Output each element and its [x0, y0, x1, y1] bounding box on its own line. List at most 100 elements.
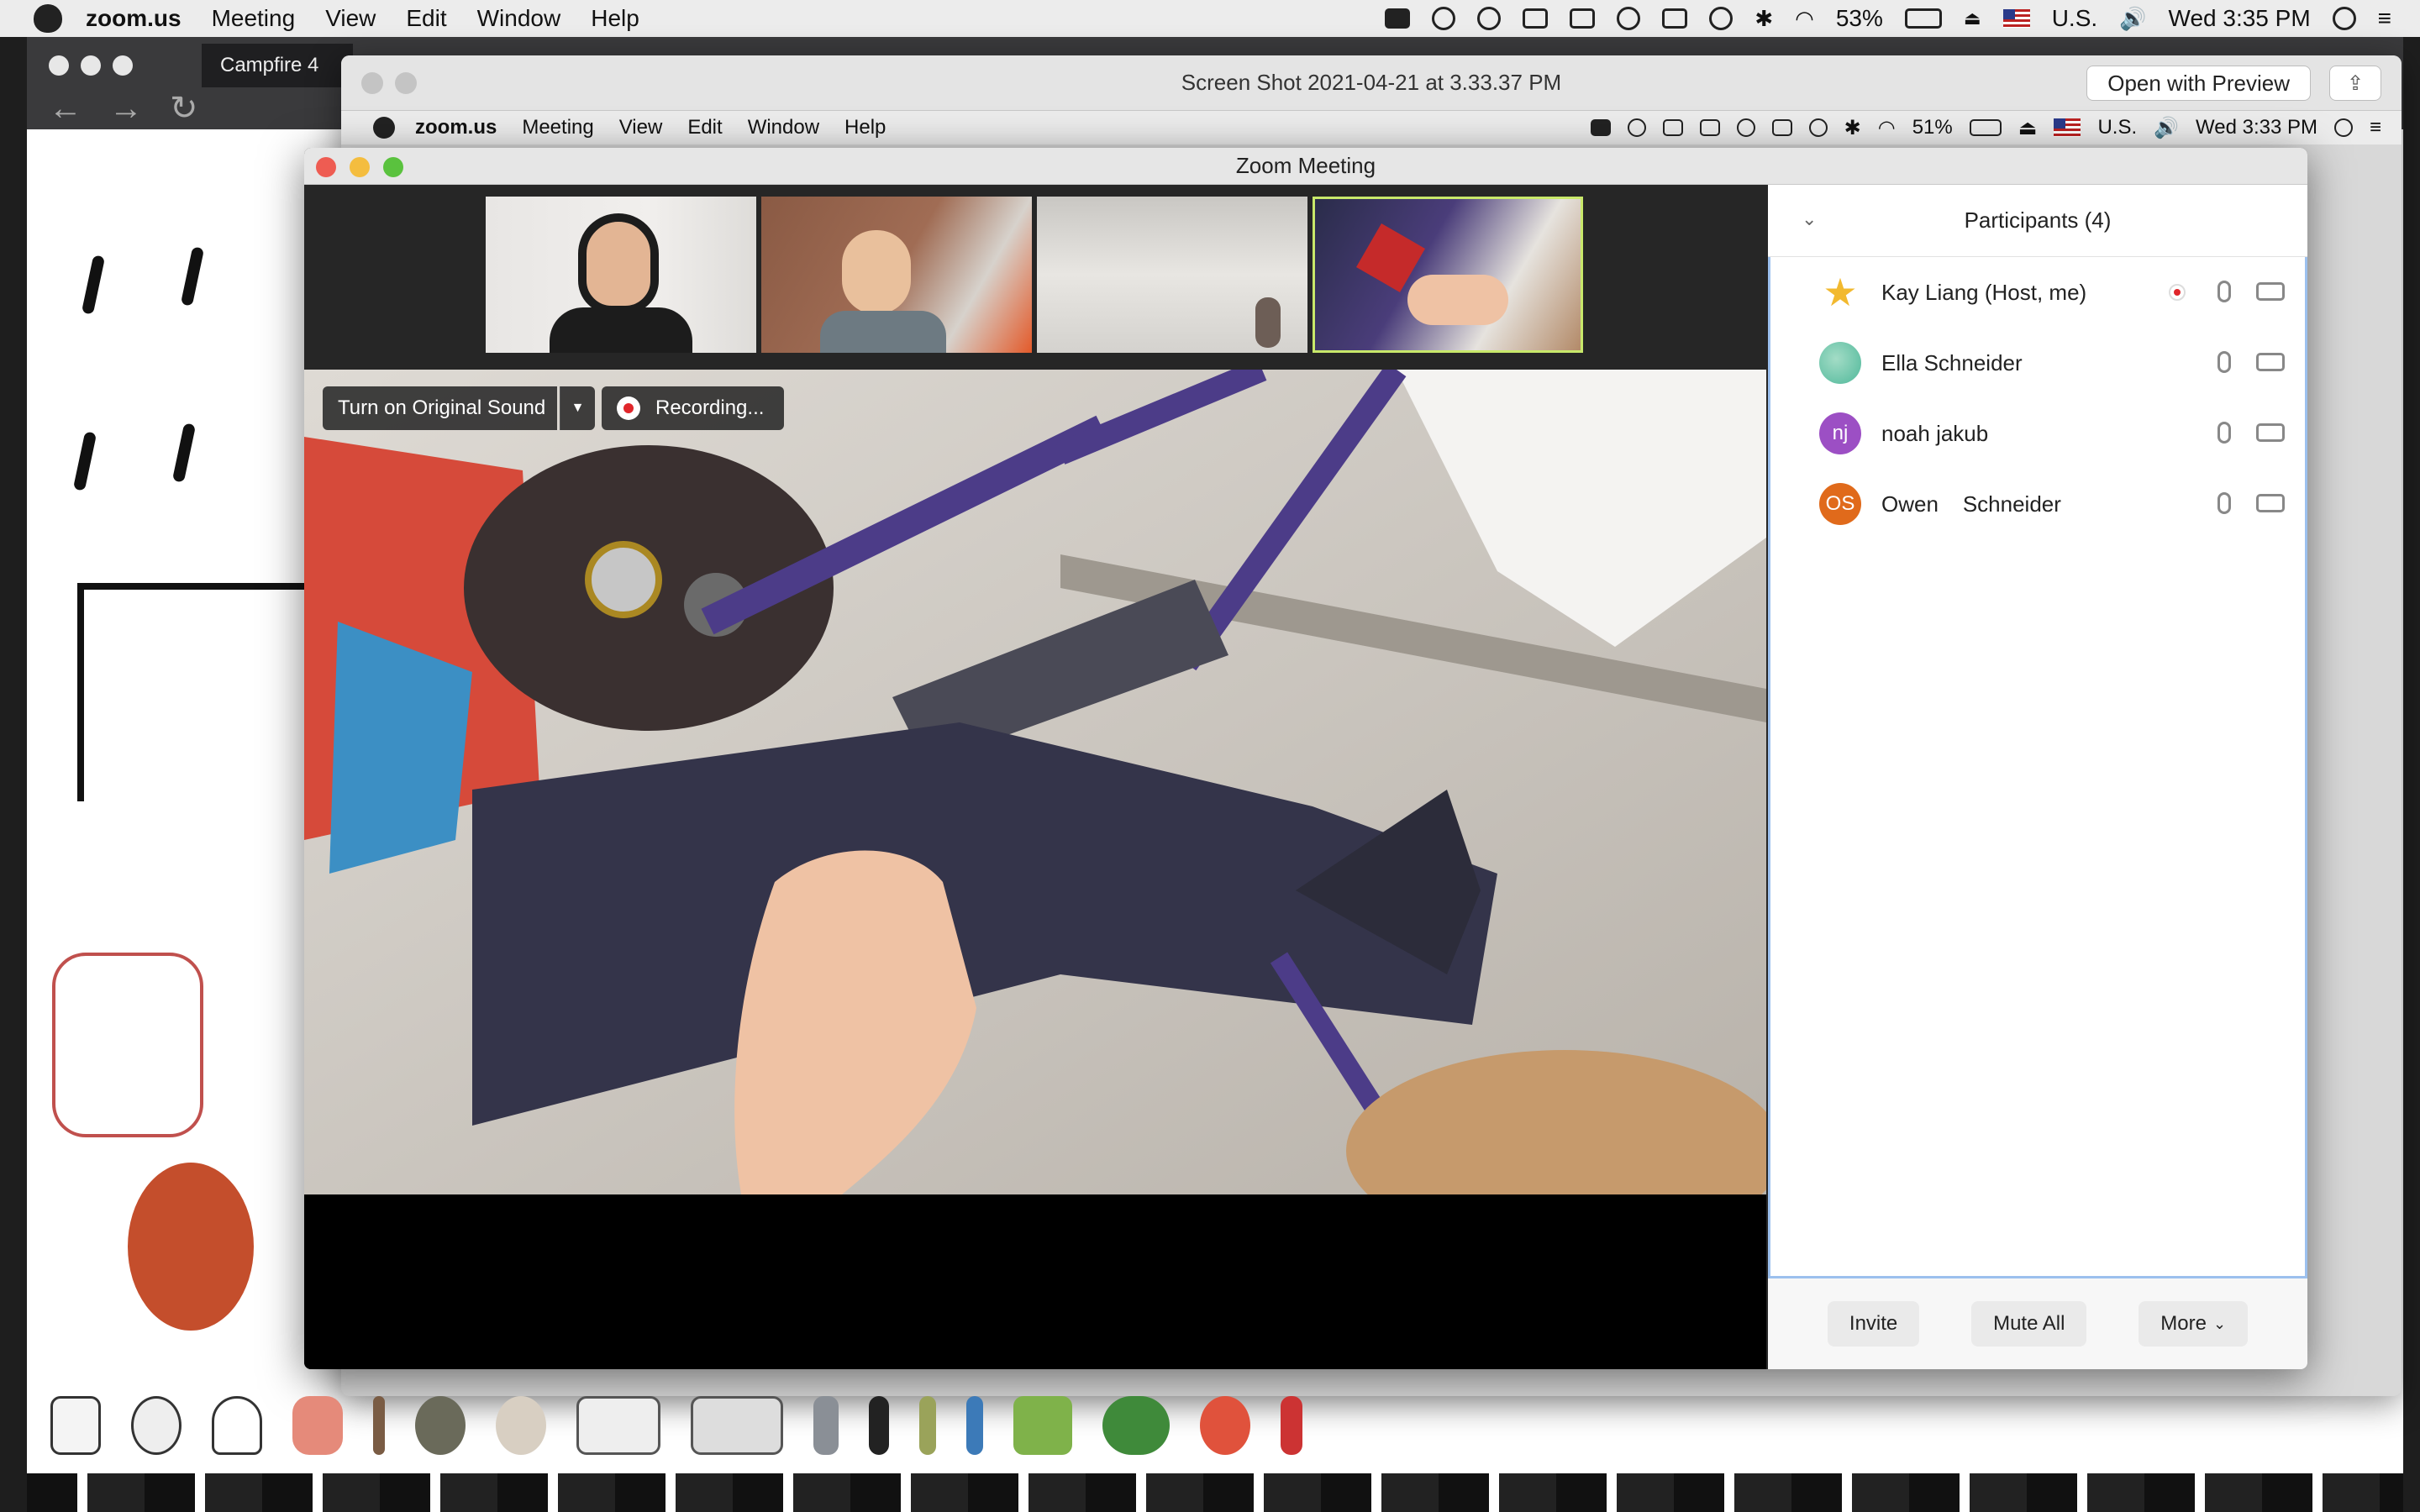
menu-meeting: Meeting [522, 116, 594, 139]
menu-edit[interactable]: Edit [406, 5, 446, 32]
card-sticker[interactable] [691, 1396, 783, 1455]
browser-nav: ← → ↻ [27, 87, 329, 129]
screenshot-menu-bar: zoom.us Meeting View Edit Window Help ✱ … [341, 111, 2402, 144]
active-speaker-video[interactable] [304, 370, 1766, 1194]
zoom-status-icon[interactable] [1385, 8, 1411, 29]
stick-sticker[interactable] [373, 1396, 385, 1455]
display-icon[interactable] [1662, 8, 1688, 29]
participants-panel: ⌄ Participants (4) ★ Kay Liang (Host, me… [1768, 185, 2307, 1369]
video-frame-illustration [304, 370, 1766, 1194]
sticker-tray [34, 1388, 1496, 1463]
chevron-down-icon[interactable]: ⌄ [1802, 208, 1817, 230]
browser-maximize-icon[interactable] [113, 55, 133, 76]
input-source: U.S. [2097, 116, 2138, 139]
plate-sticker[interactable] [496, 1396, 546, 1455]
raccoon-sticker[interactable] [128, 1163, 254, 1331]
video-thumbnail-active[interactable] [1313, 197, 1583, 353]
dice-sticker[interactable] [50, 1396, 101, 1455]
faces-sticker[interactable] [131, 1396, 182, 1455]
zoom-meeting-window: Zoom Meeting Turn on Original Sound ▼ Re… [304, 148, 2307, 1369]
video-thumbnail[interactable] [761, 197, 1032, 353]
menu-meeting[interactable]: Meeting [212, 5, 296, 32]
app-status-icon[interactable] [1477, 7, 1502, 30]
menu-window[interactable]: Window [477, 5, 561, 32]
zoom-maximize-icon[interactable] [383, 157, 403, 177]
avatar [1819, 342, 1861, 384]
wifi-icon[interactable]: ◠ [1795, 6, 1814, 32]
more-button[interactable]: More ⌄ [2139, 1301, 2249, 1347]
menu-view[interactable]: View [325, 5, 376, 32]
drawing-mark [81, 255, 106, 315]
original-sound-button[interactable]: Turn on Original Sound [323, 386, 558, 430]
camera-icon[interactable] [2256, 353, 2285, 371]
participant-row[interactable]: OS Owen Schneider [1770, 469, 2305, 539]
control-center-icon[interactable]: ≡ [2378, 5, 2391, 32]
microphone-icon[interactable] [2217, 422, 2231, 444]
back-icon[interactable]: ← [49, 90, 82, 128]
drawing-mark [171, 423, 197, 483]
focus-icon[interactable] [1617, 7, 1641, 30]
zoom-minimize-icon[interactable] [350, 157, 370, 177]
box-sticker[interactable] [1013, 1396, 1072, 1455]
open-with-preview-button[interactable]: Open with Preview [2086, 66, 2311, 101]
input-source[interactable]: U.S. [2052, 5, 2097, 32]
display-icon [1771, 119, 1792, 136]
creative-cloud-icon[interactable] [1432, 7, 1456, 30]
microphone-icon[interactable] [2217, 492, 2231, 514]
video-thumbnail[interactable] [1037, 197, 1307, 353]
camera-icon[interactable] [2256, 494, 2285, 512]
pencil-sticker[interactable] [919, 1396, 936, 1455]
participant-row[interactable]: ★ Kay Liang (Host, me) [1770, 257, 2305, 328]
clock[interactable]: Wed 3:35 PM [2169, 5, 2311, 32]
invite-button[interactable]: Invite [1827, 1301, 1920, 1347]
sign-sticker[interactable] [576, 1396, 660, 1455]
participant-name: Ella Schneider [1881, 349, 2023, 375]
battery-icon [1969, 119, 2002, 136]
video-thumbnail[interactable] [486, 197, 756, 353]
zoom-title: Zoom Meeting [1235, 153, 1376, 178]
cup-sticker[interactable] [1281, 1396, 1302, 1455]
microphone-icon[interactable] [2217, 281, 2231, 302]
menu-extras: ✱ ◠ 53% ⏏ U.S. 🔊 Wed 3:35 PM ≡ [1385, 5, 2420, 32]
volume-icon[interactable]: 🔊 [2119, 6, 2146, 32]
can-sticker[interactable] [813, 1396, 839, 1455]
screen-icon[interactable] [1523, 8, 1549, 29]
participant-row[interactable]: nj noah jakub [1770, 398, 2305, 469]
eject-icon[interactable]: ⏏ [1964, 8, 1981, 29]
time-machine-icon[interactable] [1709, 7, 1733, 30]
eject-icon: ⏏ [2018, 116, 2038, 139]
tool-sticker[interactable] [869, 1396, 889, 1455]
spotlight-icon[interactable] [2332, 7, 2356, 30]
drawing-strip [27, 1473, 2403, 1512]
apple-icon[interactable] [34, 4, 62, 33]
battery-icon[interactable] [1904, 8, 1942, 29]
menu-bar: zoom.us Meeting View Edit Window Help ✱ … [0, 0, 2420, 37]
share-icon[interactable]: ⇪ [2329, 66, 2381, 101]
browser-close-icon[interactable] [49, 55, 69, 76]
copy-icon[interactable] [1570, 8, 1596, 29]
menu-app-name[interactable]: zoom.us [86, 5, 182, 32]
microphone-icon[interactable] [2217, 351, 2231, 373]
chef-sticker[interactable] [212, 1396, 262, 1455]
camera-icon[interactable] [2256, 423, 2285, 442]
participant-name: Kay Liang (Host, me) [1881, 279, 2087, 305]
bottle-sticker[interactable] [292, 1396, 343, 1455]
forward-icon[interactable]: → [109, 90, 143, 128]
battery-percent[interactable]: 53% [1836, 5, 1883, 32]
mute-all-button[interactable]: Mute All [1971, 1301, 2087, 1347]
camera-icon[interactable] [2256, 282, 2285, 301]
browser-minimize-icon[interactable] [81, 55, 101, 76]
chevron-down-icon[interactable]: ▼ [560, 386, 595, 430]
turtle-sticker[interactable] [1102, 1396, 1170, 1455]
globe-sticker[interactable] [415, 1396, 466, 1455]
menu-help[interactable]: Help [591, 5, 639, 32]
pen-sticker[interactable] [966, 1396, 983, 1455]
recording-indicator[interactable]: Recording... [602, 386, 785, 430]
ball-sticker[interactable] [1200, 1396, 1250, 1455]
screen-icon [1662, 119, 1683, 136]
browser-tab[interactable]: Campfire 4 [202, 44, 353, 87]
bluetooth-icon[interactable]: ✱ [1754, 6, 1773, 32]
zoom-close-icon[interactable] [316, 157, 336, 177]
reload-icon[interactable]: ↻ [170, 89, 198, 128]
participant-row[interactable]: Ella Schneider [1770, 328, 2305, 398]
